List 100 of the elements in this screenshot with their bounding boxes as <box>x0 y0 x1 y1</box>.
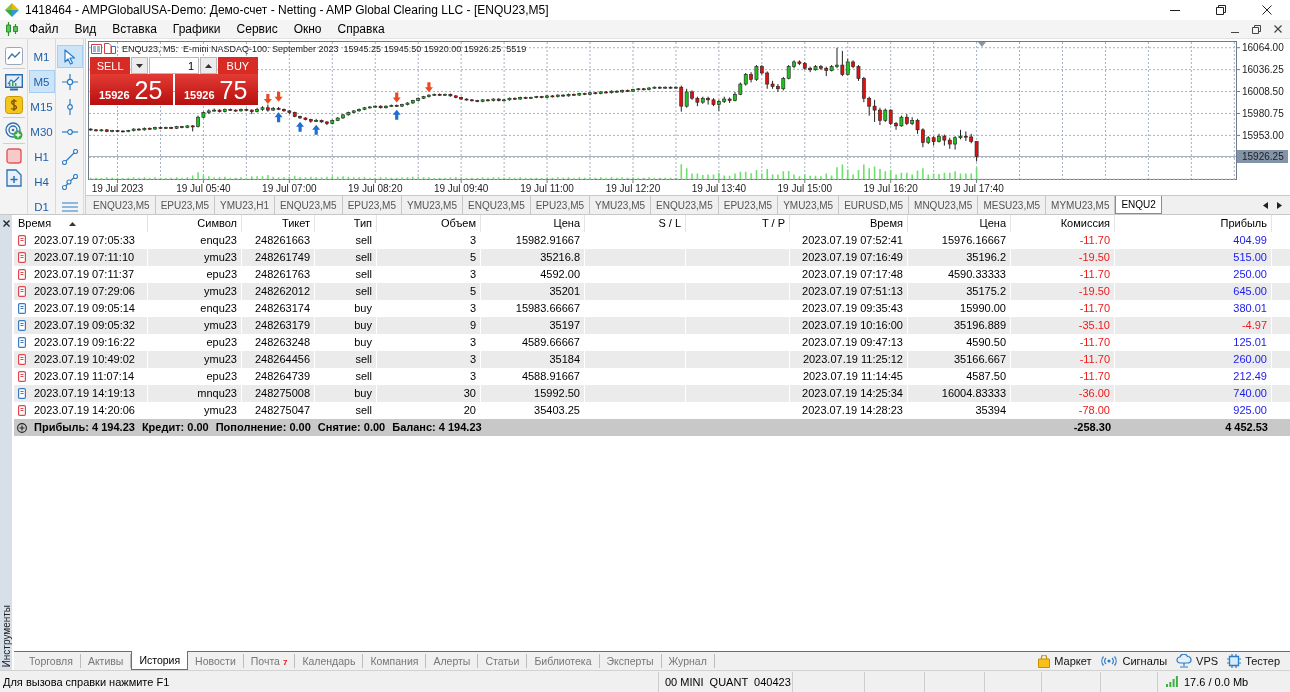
chart-tab[interactable]: ENQU23,M5 <box>463 196 531 214</box>
menu-item[interactable]: Графики <box>164 20 229 38</box>
toolbox-tab[interactable]: Новости <box>188 654 244 668</box>
shift-marker-icon[interactable] <box>977 42 986 47</box>
close-icon[interactable] <box>1274 25 1282 33</box>
toolbox-tab[interactable]: Алерты <box>426 654 479 668</box>
menu-item[interactable]: Файл <box>21 20 67 38</box>
document-icon <box>18 337 26 348</box>
timeframe-button[interactable]: D1 <box>28 195 55 218</box>
toolbox-tab[interactable]: Статьи <box>478 654 528 668</box>
chart-tab[interactable]: EPU23,M5 <box>718 196 779 214</box>
column-header[interactable]: Символ <box>148 215 242 232</box>
close-icon[interactable] <box>2 220 10 227</box>
column-header[interactable]: Цена <box>481 215 585 232</box>
timeframe-button[interactable]: M1 <box>28 45 55 68</box>
chart-title: ENQU23, M5: E-mini NASDAQ-100: September 2023 15945.25 15945.50 15920.00 15926.25 5519 <box>122 43 527 54</box>
document-icon <box>18 354 26 365</box>
table-cell: ymu23 <box>148 249 242 266</box>
chart-tab[interactable]: ENQU2 <box>1115 196 1162 214</box>
toolbox-tab[interactable]: Библиотека <box>527 654 600 668</box>
chart-tab[interactable]: EPU23,M5 <box>155 196 216 214</box>
chart-tab[interactable]: YMU23,M5 <box>402 196 463 214</box>
toolbox-tab[interactable]: Эксперты <box>599 654 662 668</box>
toolbox-tab[interactable]: Почта 7 <box>243 654 296 668</box>
monitor-chart-icon[interactable] <box>4 72 23 91</box>
timeframe-button[interactable]: M15 <box>28 95 55 118</box>
minimize-icon <box>1170 9 1180 11</box>
table-cell: 35201 <box>481 283 585 300</box>
toolbox-tab[interactable]: Компания <box>363 654 427 668</box>
vps-link[interactable]: VPS <box>1176 654 1219 668</box>
signals-link[interactable]: Сигналы <box>1100 655 1168 667</box>
timeframe-button[interactable]: H1 <box>28 145 55 168</box>
toolbox-tab[interactable]: Календарь <box>295 654 364 668</box>
column-header[interactable]: Прибыль <box>1115 215 1272 232</box>
column-header[interactable]: Тип <box>315 215 377 232</box>
table-cell: buy <box>315 317 377 334</box>
toolbox-tab[interactable]: История <box>131 651 189 670</box>
chart-tab[interactable]: YMU23,M5 <box>590 196 652 214</box>
summary-item: Прибыль: 4 194.23 <box>34 420 135 435</box>
chart-tab[interactable]: MNQU23,M5 <box>909 196 979 214</box>
document-plus-icon[interactable] <box>5 168 22 187</box>
volume-field[interactable]: 1 <box>149 57 199 74</box>
list-icon[interactable] <box>91 43 102 54</box>
vertical-line-icon <box>66 98 73 115</box>
chart-tab[interactable]: YMU23,H1 <box>215 196 275 214</box>
chart-tab[interactable]: EURUSD,M5 <box>839 196 910 214</box>
timeframe-button[interactable]: H4 <box>28 170 55 193</box>
column-header[interactable]: S / L <box>585 215 686 232</box>
menu-item[interactable]: Справка <box>329 20 393 38</box>
target-plus-icon[interactable] <box>4 121 23 140</box>
buy-button[interactable]: BUY <box>217 57 258 74</box>
scroll-left-icon[interactable] <box>1263 201 1268 209</box>
timeframe-button[interactable]: M30 <box>28 120 55 143</box>
toolbox-tab[interactable]: Журнал <box>661 654 715 668</box>
column-header[interactable]: Тикет <box>242 215 315 232</box>
table-cell: 2023.07.19 07:16:49 <box>790 249 908 266</box>
column-header[interactable]: Объем <box>377 215 481 232</box>
time-axis-label: 19 Jul 12:20 <box>605 183 661 194</box>
table-cell: 515.00 <box>1115 249 1272 266</box>
toolbox-tab[interactable]: Торговля <box>22 654 81 668</box>
table-cell: 35196.2 <box>908 249 1011 266</box>
table-cell: -11.70 <box>1011 351 1115 368</box>
column-header[interactable]: Цена <box>908 215 1011 232</box>
chart-tab[interactable]: YMU23,M5 <box>778 196 840 214</box>
menu-item[interactable]: Вид <box>66 20 105 38</box>
chart-tab[interactable]: EPU23,M5 <box>530 196 591 214</box>
sell-button[interactable]: SELL <box>90 57 131 74</box>
table-cell-text: 2023.07.19 07:05:33 <box>34 233 135 248</box>
market-link[interactable]: Маркет <box>1038 654 1092 668</box>
summary-item: Пополнение: 0.00 <box>215 420 311 435</box>
line-chart-icon[interactable] <box>4 46 23 65</box>
total-profit: 4 452.53 <box>1224 420 1269 435</box>
unread-count-label: 7 <box>282 658 288 667</box>
document-icon[interactable] <box>104 43 116 54</box>
dollar-icon[interactable] <box>4 95 23 114</box>
stop-icon[interactable] <box>5 147 22 164</box>
traffic-text: 17.6 / 0.0 Mb <box>1184 675 1249 688</box>
column-header[interactable]: Комиссия <box>1011 215 1115 232</box>
chart-tab[interactable]: ENQU23,M5 <box>651 196 719 214</box>
buy-price-button[interactable]: 15926 75 <box>175 74 258 105</box>
scroll-right-icon[interactable] <box>1277 201 1282 209</box>
menu-item[interactable]: Окно <box>285 20 330 38</box>
restore-icon[interactable] <box>1252 24 1261 34</box>
chart-tab[interactable]: MESU23,M5 <box>978 196 1047 214</box>
increase-button[interactable] <box>200 57 217 74</box>
column-header[interactable]: Время <box>14 215 148 232</box>
drawing-tool-button[interactable] <box>56 45 83 68</box>
expand-icon[interactable] <box>17 422 27 433</box>
column-header[interactable]: T / P <box>686 215 790 232</box>
chart-tab[interactable]: ENQU23,M5 <box>88 196 156 214</box>
decrease-button[interactable] <box>131 57 148 74</box>
chart-tab[interactable]: ENQU23,M5 <box>274 196 343 214</box>
chart-tab[interactable]: EPU23,M5 <box>342 196 402 214</box>
menu-item[interactable]: Вставка <box>104 20 165 38</box>
sell-price-button[interactable]: 15926 25 <box>90 74 173 105</box>
menu-item[interactable]: Сервис <box>228 20 286 38</box>
total-commission: -258.30 <box>1072 420 1112 435</box>
column-header[interactable]: Время <box>790 215 908 232</box>
timeframe-button[interactable]: M5 <box>28 70 55 93</box>
tester-link[interactable]: Тестер <box>1227 654 1280 668</box>
